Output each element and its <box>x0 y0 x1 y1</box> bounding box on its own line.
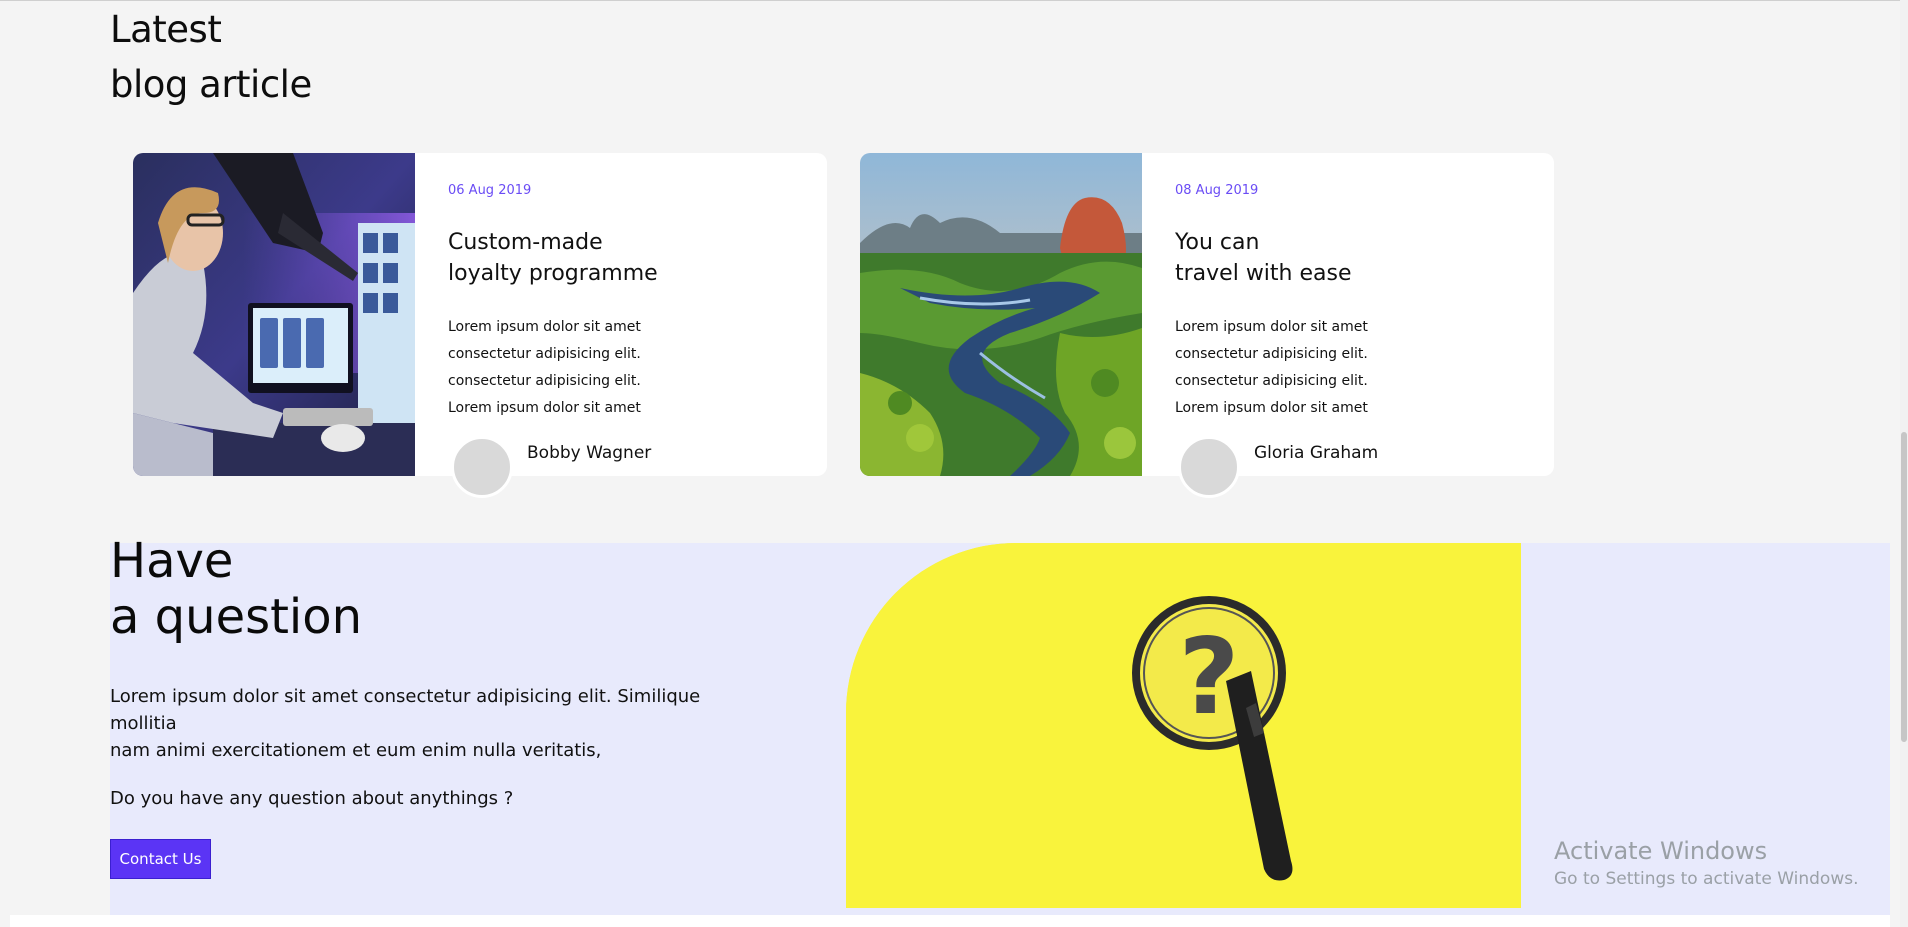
author-avatar <box>1178 436 1240 498</box>
excerpt-line: Lorem ipsum dolor sit amet <box>1175 400 1368 416</box>
author-avatar <box>451 436 513 498</box>
blog-card-date: 06 Aug 2019 <box>448 183 532 198</box>
blog-card-title[interactable]: Custom-made loyalty programme <box>448 227 658 289</box>
blog-card-image[interactable] <box>133 153 415 476</box>
svg-text:?: ? <box>1179 616 1240 738</box>
blog-card-2[interactable]: 08 Aug 2019 You can travel with ease Lor… <box>860 153 1554 498</box>
excerpt-line: consectetur adipisicing elit. <box>448 346 641 362</box>
blog-card-date: 08 Aug 2019 <box>1175 183 1259 198</box>
windows-activation-watermark: Activate Windows Go to Settings to activ… <box>1554 837 1859 889</box>
author-name: Bobby Wagner <box>527 443 652 463</box>
question-title-line2: a question <box>110 589 363 645</box>
excerpt-line: Lorem ipsum dolor sit amet <box>448 319 641 335</box>
question-title-line1: Have <box>110 533 234 589</box>
designer-at-computer-photo <box>133 153 415 476</box>
blog-card-title-line2[interactable]: travel with ease <box>1175 258 1352 289</box>
description-line: mollitia <box>110 713 177 734</box>
description-line: Lorem ipsum dolor sit amet consectetur a… <box>110 686 701 707</box>
blog-card-image[interactable] <box>860 153 1142 476</box>
blog-card-title-line1[interactable]: Custom-made <box>448 227 658 258</box>
excerpt-line: consectetur adipisicing elit. <box>1175 373 1368 389</box>
excerpt-line: consectetur adipisicing elit. <box>1175 346 1368 362</box>
blog-section-title: Latest blog article <box>110 2 312 112</box>
question-description: Lorem ipsum dolor sit amet consectetur a… <box>110 683 730 764</box>
magnifying-glass-question-photo: ? <box>846 543 1521 908</box>
watermark-line1: Activate Windows <box>1554 837 1768 865</box>
blog-card-excerpt: Lorem ipsum dolor sit amet consectetur a… <box>1175 314 1368 422</box>
description-line: nam animi exercitationem et eum enim nul… <box>110 740 602 761</box>
blog-card-title-line2[interactable]: loyalty programme <box>448 258 658 289</box>
blog-card-1[interactable]: 06 Aug 2019 Custom-made loyalty programm… <box>133 153 827 498</box>
question-prompt: Do you have any question about anythings… <box>110 788 514 809</box>
contact-us-button[interactable]: Contact Us <box>110 839 211 879</box>
footer-edge <box>10 915 1890 927</box>
watermark-line2: Go to Settings to activate Windows. <box>1554 869 1859 889</box>
blog-card-excerpt: Lorem ipsum dolor sit amet consectetur a… <box>448 314 641 422</box>
blog-title-line2: blog article <box>110 63 312 106</box>
author-name: Gloria Graham <box>1254 443 1379 463</box>
question-title: Have a question <box>110 533 362 645</box>
river-landscape-photo <box>860 153 1142 476</box>
excerpt-line: Lorem ipsum dolor sit amet <box>448 400 641 416</box>
blog-title-line1: Latest <box>110 8 222 51</box>
blog-card-title-line1[interactable]: You can <box>1175 227 1352 258</box>
blog-card-title[interactable]: You can travel with ease <box>1175 227 1352 289</box>
top-border <box>0 0 1908 1</box>
scrollbar-thumb[interactable] <box>1901 432 1907 742</box>
excerpt-line: Lorem ipsum dolor sit amet <box>1175 319 1368 335</box>
excerpt-line: consectetur adipisicing elit. <box>448 373 641 389</box>
